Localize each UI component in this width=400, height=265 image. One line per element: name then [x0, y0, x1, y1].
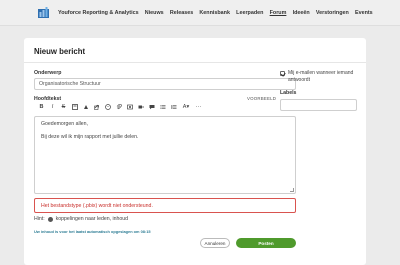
bar-chart-logo-icon[interactable] — [38, 6, 49, 18]
hint-row: Hint: koppelingen naar leden, inhoud — [34, 216, 128, 222]
page-title: Nieuw bericht — [34, 47, 86, 56]
nav-item-forum[interactable]: Forum — [270, 10, 287, 16]
subject-input[interactable]: Organisatorische Structuur — [34, 78, 296, 90]
top-navigation-bar: Youforce Reporting & Analytics Nieuws Re… — [0, 0, 400, 26]
nav-item-leerpaden[interactable]: Leerpaden — [236, 10, 263, 16]
labels-title: Labels — [280, 90, 297, 96]
mention-icon — [47, 216, 53, 222]
main-nav: Youforce Reporting & Analytics Nieuws Re… — [58, 10, 379, 16]
highlight-icon[interactable] — [80, 102, 91, 112]
text-color-icon[interactable]: A▾ — [179, 102, 193, 112]
body-line: Goedemorgen allen, — [41, 121, 89, 127]
attachment-icon[interactable] — [113, 102, 124, 112]
nav-item-events[interactable]: Events — [355, 10, 373, 16]
heading-icon[interactable] — [69, 102, 80, 112]
bold-icon[interactable]: B — [36, 102, 47, 112]
image-icon[interactable] — [124, 102, 135, 112]
nav-item-verstoringen[interactable]: Verstoringen — [316, 10, 349, 16]
cancel-button[interactable]: Annuleren — [200, 238, 230, 248]
autosave-status: Uw inhoud is voor het laatst automatisch… — [34, 229, 151, 234]
link-icon[interactable] — [91, 102, 102, 112]
notify-option[interactable]: Mij e-mailen wanneer iemand antwoordt — [280, 70, 360, 84]
nav-item-releases[interactable]: Releases — [170, 10, 193, 16]
editor-toolbar: B I S A▾ ⋯ — [34, 101, 296, 113]
post-button[interactable]: Posten — [236, 238, 296, 248]
labels-input[interactable] — [280, 99, 357, 111]
quote-icon[interactable] — [146, 102, 157, 112]
strikethrough-icon[interactable]: S — [58, 102, 69, 112]
nav-item-ideeen[interactable]: Ideeën — [293, 10, 310, 16]
emoji-icon[interactable] — [102, 102, 113, 112]
subject-label: Onderwerp — [34, 70, 62, 76]
bulleted-list-icon[interactable] — [157, 102, 168, 112]
nav-item-nieuws[interactable]: Nieuws — [145, 10, 164, 16]
notify-checkbox[interactable] — [280, 71, 285, 76]
title-divider — [24, 62, 366, 63]
nav-item-kennisbank[interactable]: Kennisbank — [199, 10, 230, 16]
hint-prefix: Hint: — [34, 216, 45, 222]
nav-item-reporting[interactable]: Youforce Reporting & Analytics — [58, 10, 139, 16]
body-line: Bij deze wil ik mijn rapport met jullie … — [41, 134, 139, 140]
more-icon[interactable]: ⋯ — [193, 102, 204, 112]
body-editor[interactable]: Goedemorgen allen, Bij deze wil ik mijn … — [34, 116, 296, 194]
hint-text: koppelingen naar leden, inhoud — [55, 216, 129, 222]
notify-label: Mij e-mailen wanneer iemand antwoordt — [288, 70, 354, 83]
file-type-error-message: Het bestandstype (.pbix) wordt niet onde… — [34, 198, 296, 213]
resize-handle-icon[interactable] — [290, 188, 294, 192]
video-icon[interactable] — [135, 102, 146, 112]
italic-icon[interactable]: I — [47, 102, 58, 112]
numbered-list-icon[interactable] — [168, 102, 179, 112]
